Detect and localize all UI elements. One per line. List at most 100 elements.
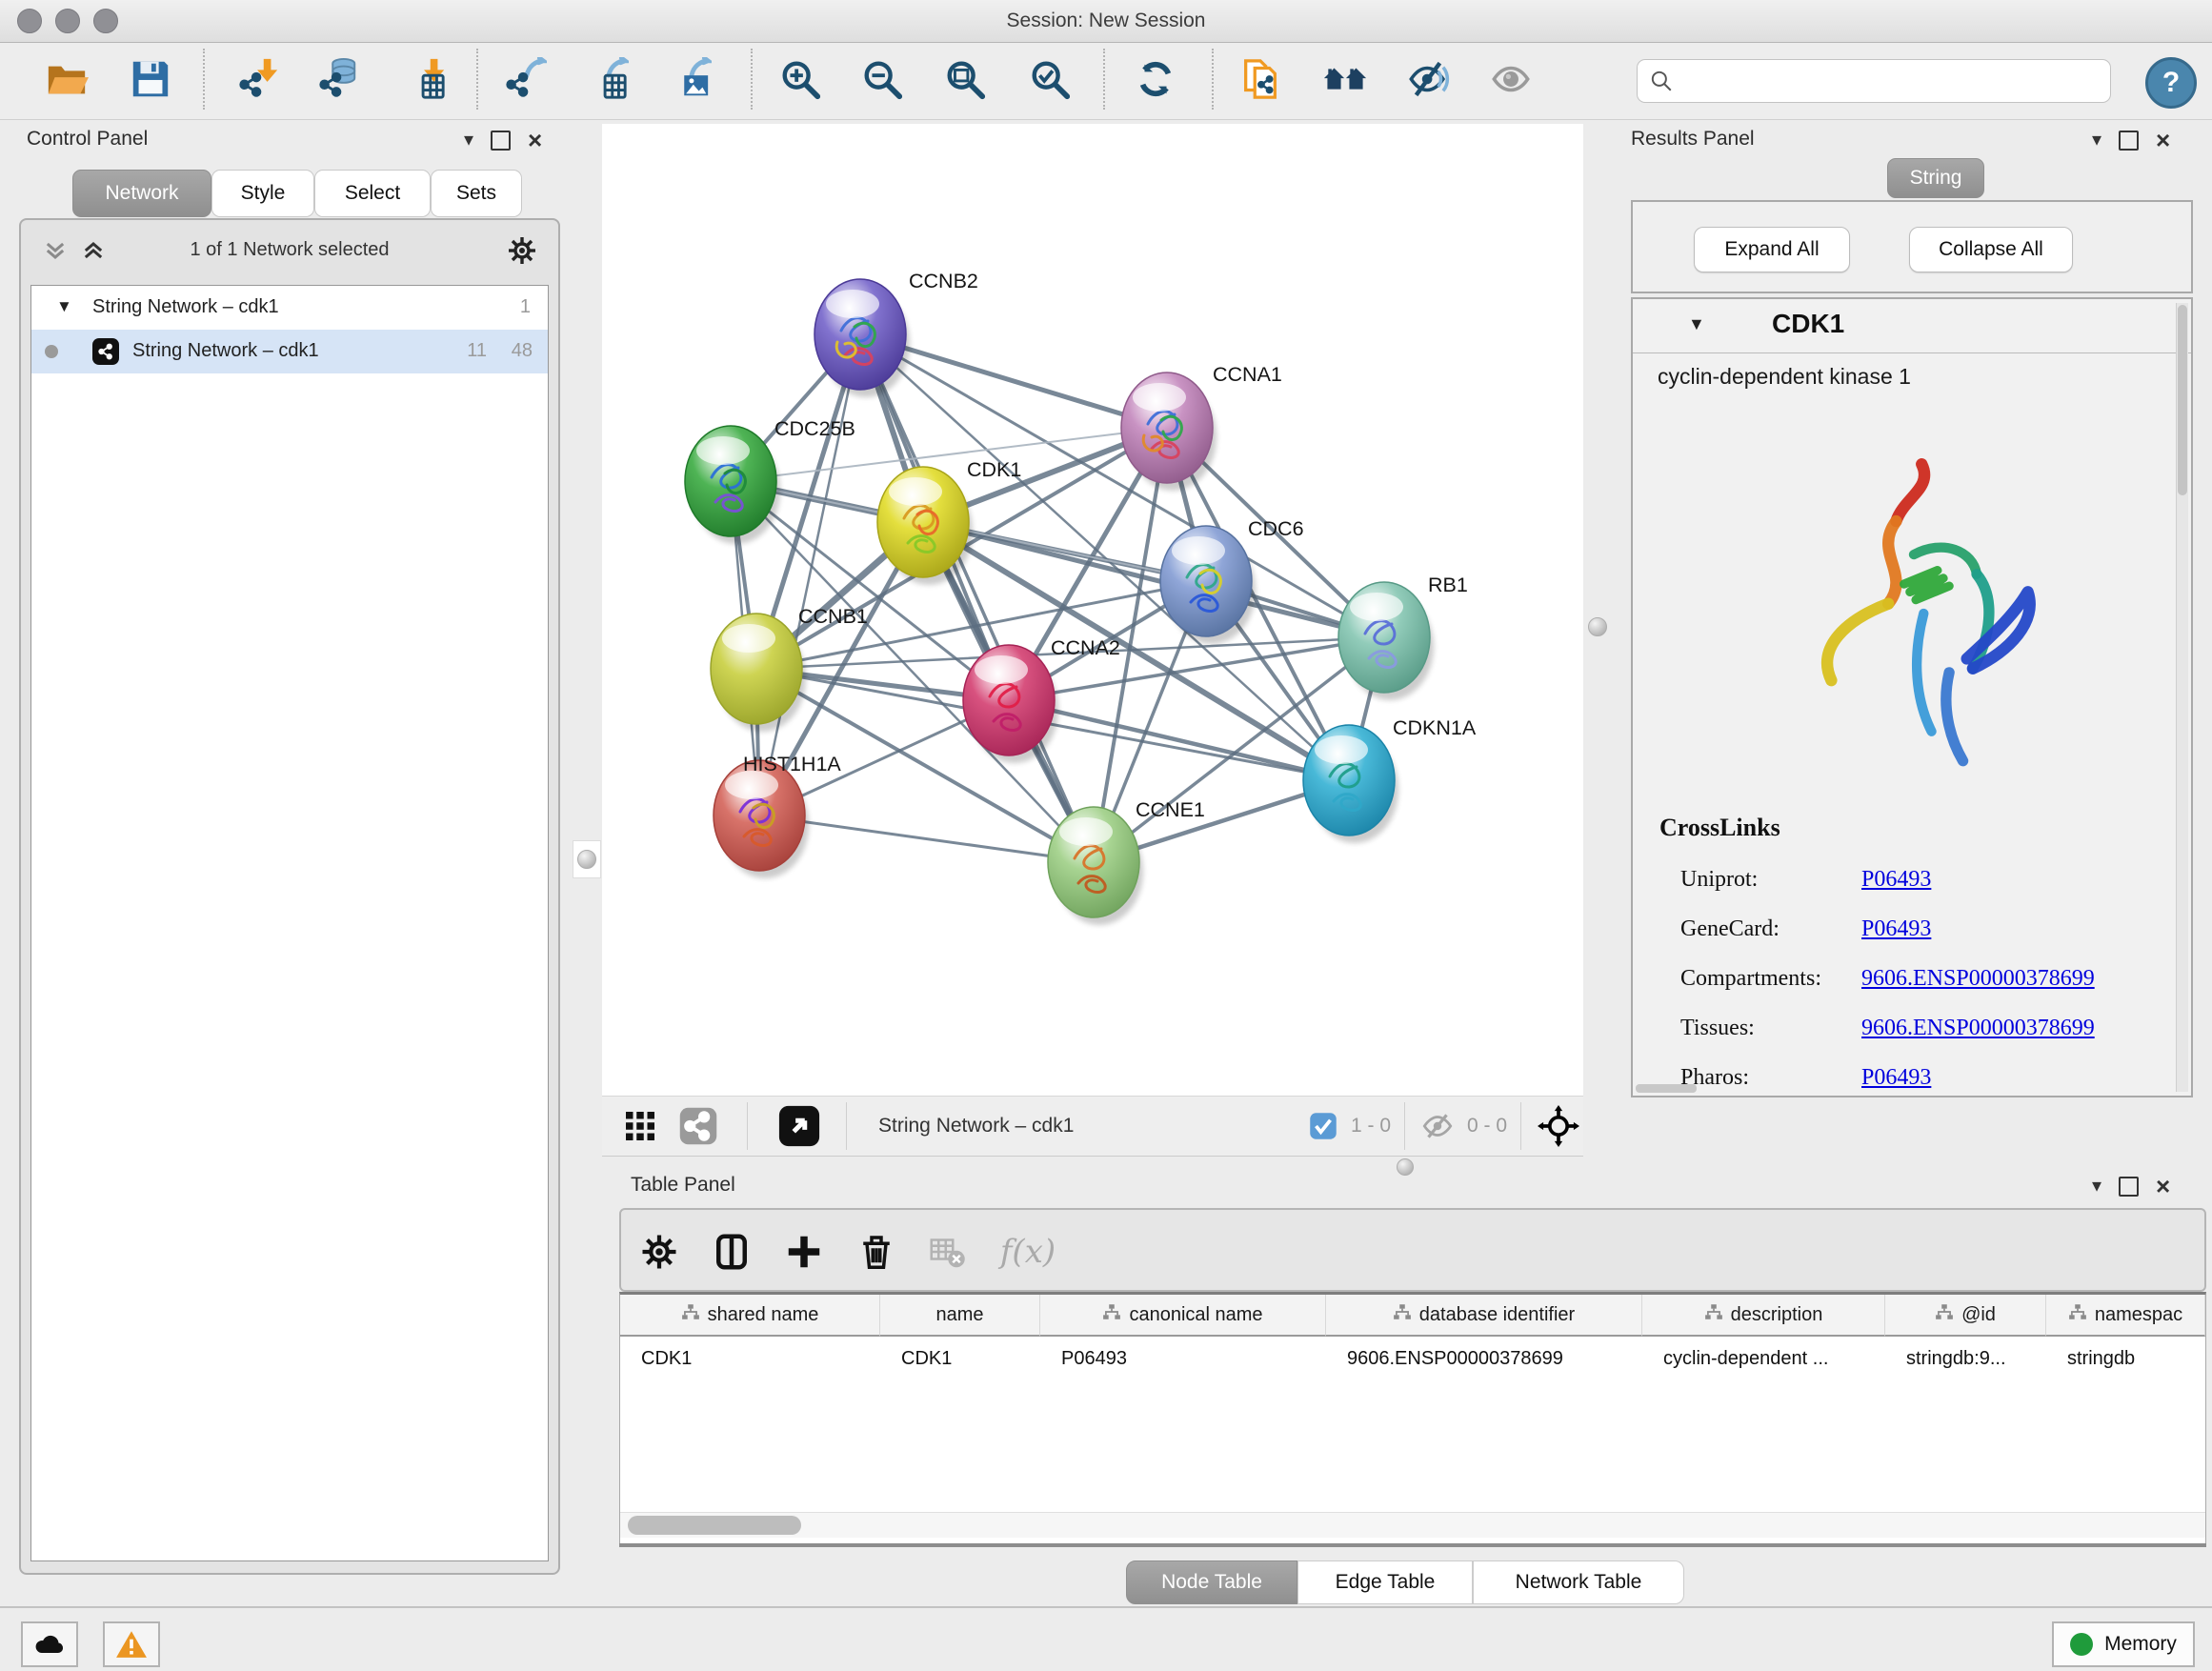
tab-string[interactable]: String [1887,158,1984,198]
network-edge[interactable] [759,334,860,815]
show-columns-icon[interactable] [709,1229,754,1275]
first-neighbors-button[interactable] [1318,54,1372,108]
delete-column-icon[interactable] [854,1229,899,1275]
table-gear-icon[interactable] [636,1229,682,1275]
crosslink-link[interactable]: 9606.ENSP00000378699 [1861,1016,2095,1041]
export-network-button[interactable] [498,54,552,108]
results-entry-header[interactable]: ▼ CDK1 [1633,299,2191,353]
network-tree-root-row[interactable]: ▼ String Network – cdk1 1 [31,286,548,330]
export-table-button[interactable] [580,54,633,108]
results-horizontal-scrollbar[interactable] [1636,1084,1697,1093]
table-cell[interactable]: stringdb [2046,1339,2205,1379]
add-column-icon[interactable] [781,1229,827,1275]
table-panel-float-icon[interactable] [2119,1177,2139,1197]
expand-all-button[interactable]: Expand All [1694,227,1850,272]
selected-checkbox-icon[interactable] [1309,1105,1337,1147]
crosslink-link[interactable]: P06493 [1861,916,1931,942]
apply-preferred-layout-button[interactable] [1129,54,1182,108]
network-tree: ▼ String Network – cdk1 1 String Network… [30,285,549,1561]
cloud-button[interactable] [21,1621,78,1667]
fit-selected-button[interactable] [1023,54,1076,108]
tab-node-table[interactable]: Node Table [1126,1560,1297,1604]
entry-collapse-triangle-icon[interactable]: ▼ [1688,314,1705,334]
fit-selected-crosshair-icon[interactable] [1538,1105,1579,1147]
tab-edge-table[interactable]: Edge Table [1297,1560,1473,1604]
import-table-from-file-button[interactable] [398,54,452,108]
memory-button[interactable]: Memory [2052,1621,2195,1667]
import-network-from-file-button[interactable] [231,54,285,108]
right-splitter-handle[interactable] [1588,617,1607,636]
hide-graphics-details-button[interactable] [1401,54,1455,108]
zoom-out-button[interactable] [855,54,909,108]
crosslink-link[interactable]: P06493 [1861,867,1931,893]
control-panel-close-icon[interactable]: × [528,128,542,152]
network-collection-label: String Network – cdk1 [92,296,279,318]
table-cell[interactable]: CDK1 [620,1339,880,1379]
results-vertical-scrollbar[interactable] [2176,303,2188,1092]
results-panel-float-icon[interactable] [2119,131,2139,151]
column-header-canonical-name[interactable]: canonical name [1040,1295,1326,1337]
network-node-cdkn1a[interactable]: CDKN1A [1303,716,1477,843]
control-panel-menu-icon[interactable]: ▾ [464,131,473,150]
crosslink-row: Tissues: 9606.ENSP00000378699 [1633,1016,2191,1065]
column-header-database-identifier[interactable]: database identifier [1326,1295,1642,1337]
network-edge[interactable] [860,334,1094,862]
table-cell[interactable]: 9606.ENSP00000378699 [1326,1339,1642,1379]
column-header-name[interactable]: name [880,1295,1040,1337]
network-canvas[interactable]: CCNB2CCNA1CDC25BCDK1CDC6RB1CCNB1CCNA2CDK… [602,124,1583,1096]
column-header-description[interactable]: description [1642,1295,1885,1337]
tab-network-table[interactable]: Network Table [1473,1560,1684,1604]
column-header-shared-name[interactable]: shared name [620,1295,880,1337]
save-session-button[interactable] [124,54,177,108]
network-tree-network-row[interactable]: String Network – cdk1 11 48 [31,330,548,373]
tab-network[interactable]: Network [72,170,211,217]
table-cell[interactable]: cyclin-dependent ... [1642,1339,1885,1379]
gear-icon[interactable] [507,235,537,271]
network-node-hist1h1a[interactable]: HIST1H1A [714,753,841,878]
tab-style[interactable]: Style [211,170,314,217]
collapse-all-button[interactable]: Collapse All [1909,227,2073,272]
column-header-namespac[interactable]: namespac [2046,1295,2205,1337]
control-panel-float-icon[interactable] [491,131,511,151]
grid-view-icon[interactable] [623,1105,657,1147]
search-input[interactable] [1637,59,2111,103]
node-label-hist1h1a: HIST1H1A [743,753,841,775]
table-panel-close-icon[interactable]: × [2156,1174,2170,1198]
search-field[interactable] [1681,62,2104,98]
clone-network-button[interactable] [1234,54,1287,108]
birds-eye-view-icon[interactable] [777,1105,821,1147]
tab-select[interactable]: Select [314,170,431,217]
network-node-cdc6[interactable]: CDC6 [1160,517,1304,644]
network-node-ccne1[interactable]: CCNE1 [1048,798,1205,925]
network-edge[interactable] [759,815,1094,862]
bottom-splitter-handle[interactable] [1397,1158,1414,1176]
table-horizontal-scrollbar[interactable] [620,1512,2205,1538]
tree-expand-triangle-icon[interactable]: ▼ [56,297,72,316]
network-node-ccna1[interactable]: CCNA1 [1121,363,1282,491]
warnings-button[interactable] [103,1621,160,1667]
network-node-ccnb2[interactable]: CCNB2 [814,270,978,397]
node-table[interactable]: shared namenamecanonical namedatabase id… [619,1292,2206,1543]
network-node-ccnb1[interactable]: CCNB1 [711,605,868,732]
import-network-from-database-button[interactable] [312,54,365,108]
table-cell[interactable]: CDK1 [880,1339,1040,1379]
left-splitter-handle[interactable] [573,840,601,878]
network-edge[interactable] [923,522,1384,637]
zoom-in-button[interactable] [774,54,827,108]
column-header--id[interactable]: @id [1885,1295,2046,1337]
table-panel-menu-icon[interactable]: ▾ [2092,1177,2101,1196]
export-image-button[interactable] [663,54,716,108]
open-session-button[interactable] [40,54,93,108]
crosslink-link[interactable]: 9606.ENSP00000378699 [1861,966,2095,992]
table-cell[interactable]: stringdb:9... [1885,1339,2046,1379]
tab-sets[interactable]: Sets [431,170,522,217]
network-node-rb1[interactable]: RB1 [1338,574,1468,700]
hierarchy-icon [2068,1303,2087,1326]
fit-content-button[interactable] [938,54,992,108]
crosslink-link[interactable]: P06493 [1861,1065,1931,1091]
help-button[interactable]: ? [2145,57,2197,109]
results-panel-close-icon[interactable]: × [2156,128,2170,152]
table-cell[interactable]: P06493 [1040,1339,1326,1379]
network-share-view-icon[interactable] [678,1105,718,1147]
results-panel-menu-icon[interactable]: ▾ [2092,131,2101,150]
